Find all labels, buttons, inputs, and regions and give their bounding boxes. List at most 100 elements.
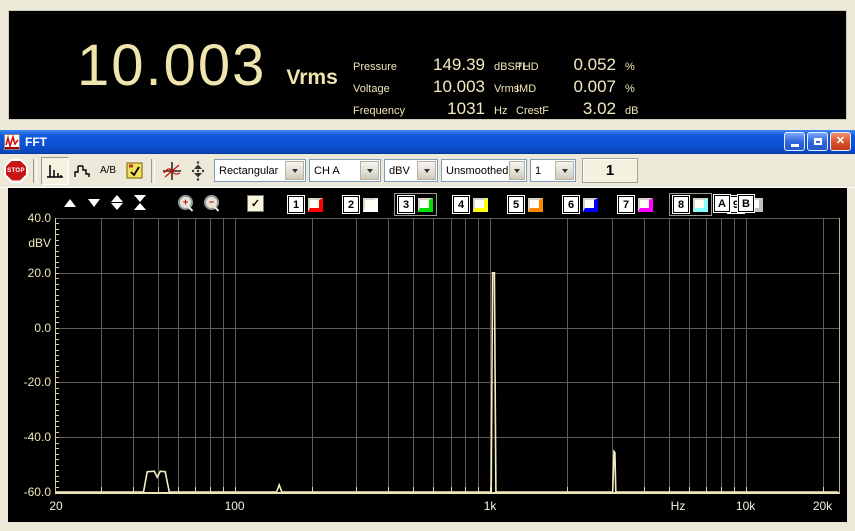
window-title: FFT bbox=[25, 134, 47, 149]
curve-color-swatch bbox=[308, 197, 323, 212]
memory-button-A[interactable]: A bbox=[714, 195, 730, 212]
measurement-value: 1031 bbox=[447, 99, 485, 118]
fft-toolbar: STOP A/B Rectangular CH A dBV Unsmoothed… bbox=[0, 154, 855, 188]
measurement-unit: % bbox=[625, 61, 635, 73]
curve-number: 6 bbox=[563, 196, 579, 213]
x-tick-label: 20 bbox=[49, 499, 63, 513]
stop-button[interactable]: STOP bbox=[3, 158, 29, 184]
x-tick-label: 20k bbox=[812, 499, 833, 513]
channel-select[interactable]: CH A bbox=[309, 159, 381, 182]
fft-app-icon bbox=[4, 133, 20, 150]
curve-color-swatch bbox=[418, 197, 433, 212]
notes-check-icon bbox=[126, 162, 142, 179]
measurement-label: CrestF bbox=[516, 105, 549, 117]
fit-range-icon bbox=[191, 160, 205, 181]
curve-number: 5 bbox=[508, 196, 524, 213]
main-reading: 10.003 Vrms bbox=[77, 37, 338, 95]
curve-button-4[interactable]: 4 bbox=[449, 193, 492, 216]
curve-button-1[interactable]: 1 bbox=[284, 193, 327, 216]
spectrum-trace bbox=[56, 271, 838, 492]
zoom-in-button[interactable]: + bbox=[178, 195, 194, 212]
time-record-button[interactable] bbox=[159, 158, 185, 184]
ab-compare-icon: A/B bbox=[99, 165, 117, 176]
x-tick-label: 1k bbox=[483, 499, 497, 513]
measurement-row: Pressure 149.39 dBSPL bbox=[353, 55, 528, 77]
compress-range-button[interactable] bbox=[134, 195, 146, 210]
measurement-label: THD bbox=[516, 61, 539, 73]
memory-buttons-row: AB bbox=[714, 195, 754, 212]
measurement-value: 149.39 bbox=[433, 55, 485, 74]
measurement-value: 10.003 bbox=[433, 77, 485, 96]
minimize-button[interactable] bbox=[784, 132, 805, 151]
histogram-outline-icon bbox=[74, 164, 90, 177]
fft-titlebar[interactable]: FFT ✕ bbox=[0, 130, 855, 154]
close-button[interactable]: ✕ bbox=[830, 132, 851, 151]
curve-number: 1 bbox=[288, 196, 304, 213]
averaging-select[interactable]: 1 bbox=[530, 159, 576, 182]
measurement-row: Voltage 10.003 Vrms bbox=[353, 77, 528, 99]
histogram-view-button[interactable] bbox=[69, 158, 95, 184]
shift-up-button[interactable] bbox=[64, 199, 76, 207]
smoothing-select[interactable]: Unsmoothed bbox=[441, 159, 527, 182]
y-tick-label: -60.0 bbox=[23, 485, 51, 499]
expand-range-button[interactable] bbox=[111, 195, 123, 210]
measurement-unit: % bbox=[625, 83, 635, 95]
curve-button-5[interactable]: 5 bbox=[504, 193, 547, 216]
y-tick-label: 20.0 bbox=[27, 265, 51, 280]
curve-buttons-row: 123456789 bbox=[284, 193, 767, 216]
fit-range-button[interactable] bbox=[185, 158, 211, 184]
fft-window: FFT ✕ STOP A/B Rectangular CH A dBV Unsm… bbox=[0, 130, 855, 522]
curve-number: 7 bbox=[618, 196, 634, 213]
spectrum-view-button[interactable] bbox=[41, 156, 69, 185]
main-reading-value: 10.003 bbox=[77, 33, 267, 98]
chevron-down-icon bbox=[360, 161, 379, 180]
y-unit-select[interactable]: dBV bbox=[384, 159, 438, 182]
maximize-button[interactable] bbox=[807, 132, 828, 151]
measurement-unit: dB bbox=[625, 105, 639, 117]
shift-down-button[interactable] bbox=[88, 199, 100, 207]
curve-button-2[interactable]: 2 bbox=[339, 193, 382, 216]
window-function-select[interactable]: Rectangular bbox=[214, 159, 306, 182]
curve-button-3[interactable]: 3 bbox=[394, 193, 437, 216]
measurement-label: Pressure bbox=[353, 61, 398, 73]
y-tick-label: 0.0 bbox=[34, 320, 51, 335]
chevron-down-icon bbox=[285, 161, 304, 180]
curve-color-swatch bbox=[528, 197, 543, 212]
x-tick-label: 10k bbox=[735, 499, 756, 513]
measurement-label: Frequency bbox=[353, 105, 405, 117]
y-tick-label: 40.0 bbox=[27, 211, 51, 225]
measurement-row: Frequency 1031 Hz bbox=[353, 99, 528, 121]
main-reading-unit: Vrms bbox=[286, 66, 338, 89]
toolbar-separator bbox=[151, 158, 155, 183]
measurement-value: 0.052 bbox=[573, 55, 616, 74]
curve-number: 4 bbox=[453, 196, 469, 213]
measurement-display-panel: 10.003 Vrms Pressure 149.39 dBSPL Voltage 10… bbox=[8, 10, 847, 120]
toolbar-separator bbox=[33, 158, 37, 183]
curve-button-6[interactable]: 6 bbox=[559, 193, 602, 216]
time-record-icon bbox=[163, 161, 181, 180]
measurement-row: CrestF 3.02 dB bbox=[516, 99, 638, 121]
spectrum-plot[interactable] bbox=[55, 218, 840, 494]
zoom-out-button[interactable]: − bbox=[204, 195, 220, 212]
curve-number: 8 bbox=[673, 196, 689, 213]
average-counter: 1 bbox=[582, 158, 638, 183]
curve-number: 2 bbox=[343, 196, 359, 213]
ab-compare-button[interactable]: A/B bbox=[95, 158, 121, 184]
x-axis-unit-label: Hz bbox=[670, 499, 686, 513]
notes-button[interactable] bbox=[121, 158, 147, 184]
app-root: 10.003 Vrms Pressure 149.39 dBSPL Voltage 10… bbox=[0, 0, 855, 531]
overlay-checkbox[interactable]: ✓ bbox=[247, 195, 264, 212]
curve-button-8[interactable]: 8 bbox=[669, 193, 712, 216]
curve-color-swatch bbox=[473, 197, 488, 212]
measurement-group-right: THD 0.052% IMD 0.007% CrestF 3.02 dB bbox=[516, 55, 638, 121]
memory-button-B[interactable]: B bbox=[738, 195, 754, 212]
measurement-label: Voltage bbox=[353, 83, 390, 95]
measurement-row: THD 0.052% bbox=[516, 55, 638, 77]
measurement-label: IMD bbox=[516, 83, 537, 95]
y-tick-label: -20.0 bbox=[23, 375, 51, 390]
y-axis-unit-label: dBV bbox=[28, 236, 51, 250]
x-tick-label: 100 bbox=[224, 499, 245, 513]
curve-color-swatch bbox=[363, 197, 378, 212]
curve-button-7[interactable]: 7 bbox=[614, 193, 657, 216]
graph-panel: + − ✓ 123456789 AB 40.0 20.0 0.0 -20.0 -40.0… bbox=[8, 188, 847, 522]
